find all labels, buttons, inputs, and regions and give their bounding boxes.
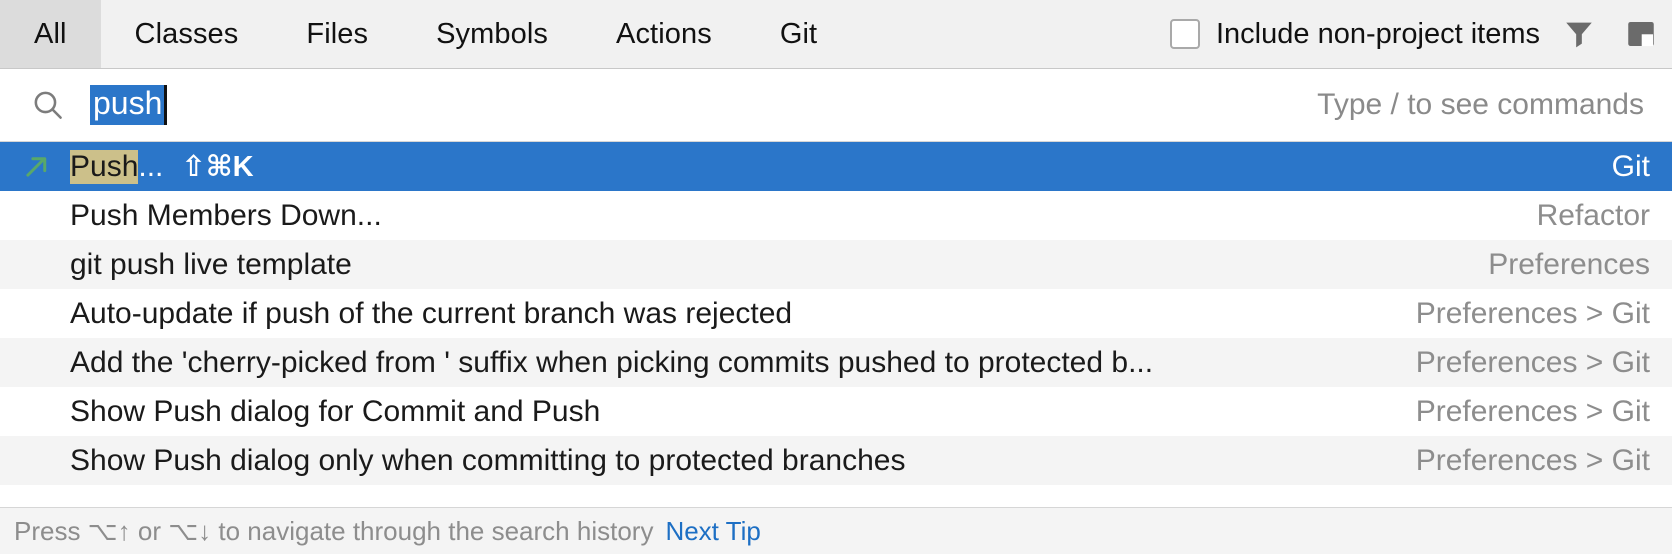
result-location: Preferences > Git — [1415, 443, 1650, 477]
result-title-text: Push Members Down... — [70, 198, 382, 232]
result-title: Push Members Down... — [70, 199, 382, 233]
result-location: Preferences > Git — [1415, 296, 1650, 330]
result-title: Push... — [70, 150, 163, 184]
result-row[interactable]: git push live template Preferences — [0, 240, 1672, 289]
result-location: Preferences — [1488, 247, 1650, 281]
tab-git[interactable]: Git — [746, 0, 851, 68]
result-row[interactable]: Show Push dialog for Commit and Push Pref… — [0, 387, 1672, 436]
green-arrow-up-right-icon — [18, 152, 54, 182]
search-history-hint: Press ⌥↑ or ⌥↓ to navigate through the s… — [14, 515, 654, 546]
tab-all[interactable]: All — [0, 0, 101, 68]
result-title: Show Push dialog only when committing to… — [70, 444, 905, 478]
result-title-text: Add the 'cherry-picked from ' suffix whe… — [70, 345, 1154, 379]
preview-panel-icon — [1628, 21, 1654, 47]
preview-toggle-button[interactable] — [1610, 0, 1672, 68]
result-row[interactable]: Push Members Down... Refactor — [0, 191, 1672, 240]
result-label-group: Show Push dialog for Commit and Push — [54, 395, 1390, 429]
result-title-text: Show Push dialog only when committing to… — [70, 443, 906, 477]
result-title: Add the 'cherry-picked from ' suffix whe… — [70, 346, 1153, 380]
results-list[interactable]: Push... ⇧⌘K Git Push Members Down... Refacto… — [0, 141, 1672, 507]
tab-classes[interactable]: Classes — [101, 0, 273, 68]
result-label-group: Auto-update if push of the current branc… — [54, 297, 1390, 331]
result-match-highlight: Push — [70, 150, 139, 184]
filter-funnel-icon — [1566, 22, 1592, 48]
result-label-group: Push... ⇧⌘K — [54, 149, 1586, 184]
result-location: Preferences > Git — [1415, 394, 1650, 428]
result-location: Preferences > Git — [1415, 345, 1650, 379]
result-row[interactable]: Show Push dialog only when committing to… — [0, 436, 1672, 485]
result-location: Git — [1611, 149, 1650, 183]
text-caret — [164, 85, 168, 125]
result-shortcut: ⇧⌘K — [181, 151, 254, 183]
search-bar[interactable]: push Type / to see commands — [0, 69, 1672, 141]
tabbar-spacer — [851, 0, 1170, 68]
result-location: Refactor — [1536, 198, 1650, 232]
footer-hint-bar: Press ⌥↑ or ⌥↓ to navigate through the s… — [0, 507, 1672, 554]
result-title-text: Auto-update if push of the current branc… — [70, 296, 793, 330]
search-icon-container — [30, 87, 84, 123]
result-title: Show Push dialog for Commit and Push — [70, 395, 600, 429]
search-input-area[interactable]: push — [84, 85, 1317, 125]
result-label-group: Add the 'cherry-picked from ' suffix whe… — [54, 346, 1390, 380]
result-title: git push live template — [70, 248, 352, 282]
filter-button[interactable] — [1548, 0, 1610, 68]
search-commands-hint: Type / to see commands — [1317, 88, 1644, 121]
search-magnifier-icon — [34, 91, 62, 119]
result-title-text: ... — [138, 150, 164, 183]
result-label-group: git push live template — [54, 248, 1462, 282]
result-label-group: Push Members Down... — [54, 199, 1511, 233]
tab-actions[interactable]: Actions — [582, 0, 746, 68]
result-title: Auto-update if push of the current branc… — [70, 297, 792, 331]
result-row[interactable]: Auto-update if push of the current branc… — [0, 289, 1672, 338]
result-label-group: Show Push dialog only when committing to… — [54, 444, 1390, 478]
result-title-text: git push live template — [70, 247, 352, 281]
result-row[interactable]: Add the 'cherry-picked from ' suffix whe… — [0, 338, 1672, 387]
next-tip-link[interactable]: Next Tip — [665, 516, 760, 547]
result-row[interactable]: Push... ⇧⌘K Git — [0, 142, 1672, 191]
result-title-text: Show Push dialog for Commit and Push — [70, 394, 601, 428]
include-non-project-items-label: Include non-project items — [1216, 17, 1540, 50]
tab-files[interactable]: Files — [272, 0, 402, 68]
tabs-container: All Classes Files Symbols Actions Git — [0, 0, 851, 68]
include-non-project-items-control[interactable]: Include non-project items — [1170, 0, 1548, 68]
search-everywhere-dialog: All Classes Files Symbols Actions Git Include… — [0, 0, 1672, 554]
tab-symbols[interactable]: Symbols — [402, 0, 582, 68]
include-non-project-items-checkbox[interactable] — [1170, 19, 1200, 49]
tab-bar: All Classes Files Symbols Actions Git Include… — [0, 0, 1672, 69]
search-input[interactable]: push — [90, 85, 165, 125]
